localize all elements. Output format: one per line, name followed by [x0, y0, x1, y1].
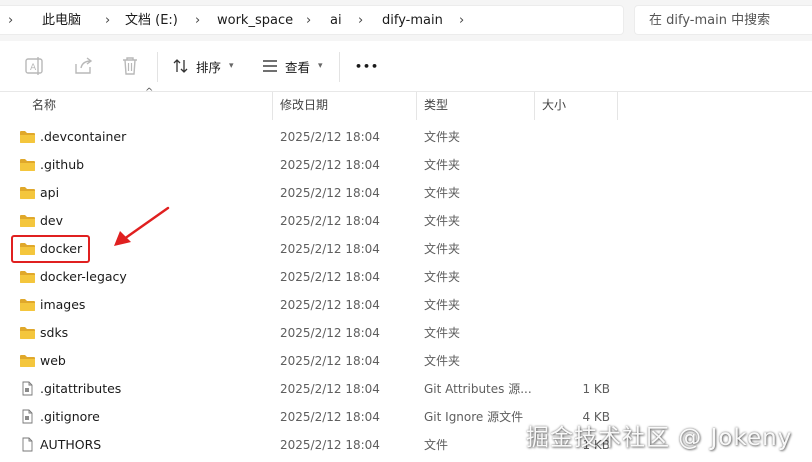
chevron-down-icon: ▾ — [229, 61, 234, 71]
column-header-name[interactable]: 名称 — [24, 92, 272, 120]
file-date: 2025/2/12 18:04 — [280, 298, 380, 312]
view-label: 查看 — [285, 59, 311, 75]
chevron-right-icon[interactable]: › — [195, 6, 200, 36]
breadcrumb-drive[interactable]: 文档 (E:) — [125, 6, 178, 36]
file-row-api[interactable]: api 2025/2/12 18:04 文件夹 — [0, 179, 812, 207]
chevron-right-icon[interactable]: › — [105, 6, 110, 36]
file-name[interactable]: .gitattributes — [40, 375, 121, 403]
search-box[interactable] — [634, 5, 812, 35]
file-type: 文件 — [424, 438, 449, 452]
file-size — [540, 291, 610, 319]
search-input[interactable] — [635, 6, 812, 34]
file-date: 2025/2/12 18:04 — [280, 242, 380, 256]
file-type: 文件夹 — [424, 326, 461, 340]
breadcrumb-dify-main[interactable]: dify-main — [382, 6, 443, 36]
command-bar: A 排序 ▾ 查看 ▾ ••• — [0, 41, 812, 92]
file-name[interactable]: .github — [40, 151, 84, 179]
file-size — [540, 179, 610, 207]
watermark: 掘金技术社区 @ Jokeny — [526, 425, 793, 451]
file-date: 2025/2/12 18:04 — [280, 158, 380, 172]
sort-button[interactable]: 排序 ▾ — [172, 53, 234, 79]
file-type: 文件夹 — [424, 354, 461, 368]
sort-label: 排序 — [196, 59, 222, 75]
annotation-arrow-icon — [114, 206, 170, 246]
file-name[interactable]: .gitignore — [40, 403, 100, 431]
file-name[interactable]: images — [40, 291, 85, 319]
file-date: 2025/2/12 18:04 — [280, 382, 380, 396]
file-name[interactable]: web — [40, 347, 66, 375]
chevron-right-icon[interactable]: › — [8, 6, 13, 36]
file-name[interactable]: docker-legacy — [40, 263, 127, 291]
file-date: 2025/2/12 18:04 — [280, 214, 380, 228]
delete-icon[interactable] — [118, 54, 142, 78]
file-size — [540, 347, 610, 375]
file-date: 2025/2/12 18:04 — [280, 438, 380, 452]
file-size — [540, 263, 610, 291]
file-type: 文件夹 — [424, 270, 461, 284]
breadcrumb-work-space[interactable]: work_space — [217, 6, 293, 36]
file-type: 文件夹 — [424, 242, 461, 256]
toolbar-divider — [157, 52, 158, 82]
svg-text:A: A — [30, 63, 37, 73]
file-size — [540, 123, 610, 151]
column-header-row: ^ 名称 修改日期 类型 大小 — [0, 87, 812, 120]
toolbar-divider — [339, 52, 340, 82]
file-row-dot-gitattributes[interactable]: .gitattributes 2025/2/12 18:04 Git Attribu… — [0, 375, 812, 403]
file-date: 2025/2/12 18:04 — [280, 130, 380, 144]
file-row-dot-devcontainer[interactable]: .devcontainer 2025/2/12 18:04 文件夹 — [0, 123, 812, 151]
file-date: 2025/2/12 18:04 — [280, 186, 380, 200]
file-date: 2025/2/12 18:04 — [280, 326, 380, 340]
file-date: 2025/2/12 18:04 — [280, 410, 380, 424]
view-list-icon — [263, 60, 277, 72]
file-row-images[interactable]: images 2025/2/12 18:04 文件夹 — [0, 291, 812, 319]
file-row-sdks[interactable]: sdks 2025/2/12 18:04 文件夹 — [0, 319, 812, 347]
file-name[interactable]: AUTHORS — [40, 431, 101, 459]
file-type: Git Attributes 源... — [424, 382, 532, 396]
annotation-highlight-box — [11, 235, 90, 263]
breadcrumb[interactable]: › 此电脑 › 文档 (E:) › work_space › ai › dify… — [0, 5, 624, 35]
file-type: 文件夹 — [424, 130, 461, 144]
sort-icon — [173, 59, 188, 73]
column-resizer[interactable] — [617, 92, 618, 120]
breadcrumb-this-pc[interactable]: 此电脑 — [42, 6, 81, 36]
column-header-size[interactable]: 大小 — [534, 92, 618, 120]
address-bar: › 此电脑 › 文档 (E:) › work_space › ai › dify… — [0, 0, 812, 41]
file-date: 2025/2/12 18:04 — [280, 354, 380, 368]
file-size — [540, 319, 610, 347]
chevron-right-icon[interactable]: › — [459, 6, 464, 36]
file-type: 文件夹 — [424, 158, 461, 172]
file-type: 文件夹 — [424, 298, 461, 312]
file-size: 1 KB — [582, 382, 610, 396]
file-type: 文件夹 — [424, 186, 461, 200]
file-name[interactable]: api — [40, 179, 59, 207]
chevron-down-icon: ▾ — [318, 61, 323, 71]
view-button[interactable]: 查看 ▾ — [261, 53, 323, 79]
file-date: 2025/2/12 18:04 — [280, 270, 380, 284]
column-header-date[interactable]: 修改日期 — [272, 92, 416, 120]
file-row-web[interactable]: web 2025/2/12 18:04 文件夹 — [0, 347, 812, 375]
file-row-dot-github[interactable]: .github 2025/2/12 18:04 文件夹 — [0, 151, 812, 179]
file-type: 文件夹 — [424, 214, 461, 228]
file-row-docker-legacy[interactable]: docker-legacy 2025/2/12 18:04 文件夹 — [0, 263, 812, 291]
more-icon: ••• — [355, 59, 380, 73]
more-options-button[interactable]: ••• — [355, 53, 379, 79]
file-type: Git Ignore 源文件 — [424, 410, 524, 424]
chevron-right-icon[interactable]: › — [358, 6, 363, 36]
file-size — [540, 235, 610, 263]
share-icon[interactable] — [71, 54, 95, 78]
column-header-type[interactable]: 类型 — [416, 92, 534, 120]
file-name[interactable]: dev — [40, 207, 63, 235]
file-size — [540, 151, 610, 179]
file-name[interactable]: .devcontainer — [40, 123, 126, 151]
rename-icon[interactable]: A — [22, 54, 46, 78]
breadcrumb-ai[interactable]: ai — [330, 6, 342, 36]
file-name[interactable]: sdks — [40, 319, 68, 347]
chevron-right-icon[interactable]: › — [306, 6, 311, 36]
file-size — [540, 207, 610, 235]
